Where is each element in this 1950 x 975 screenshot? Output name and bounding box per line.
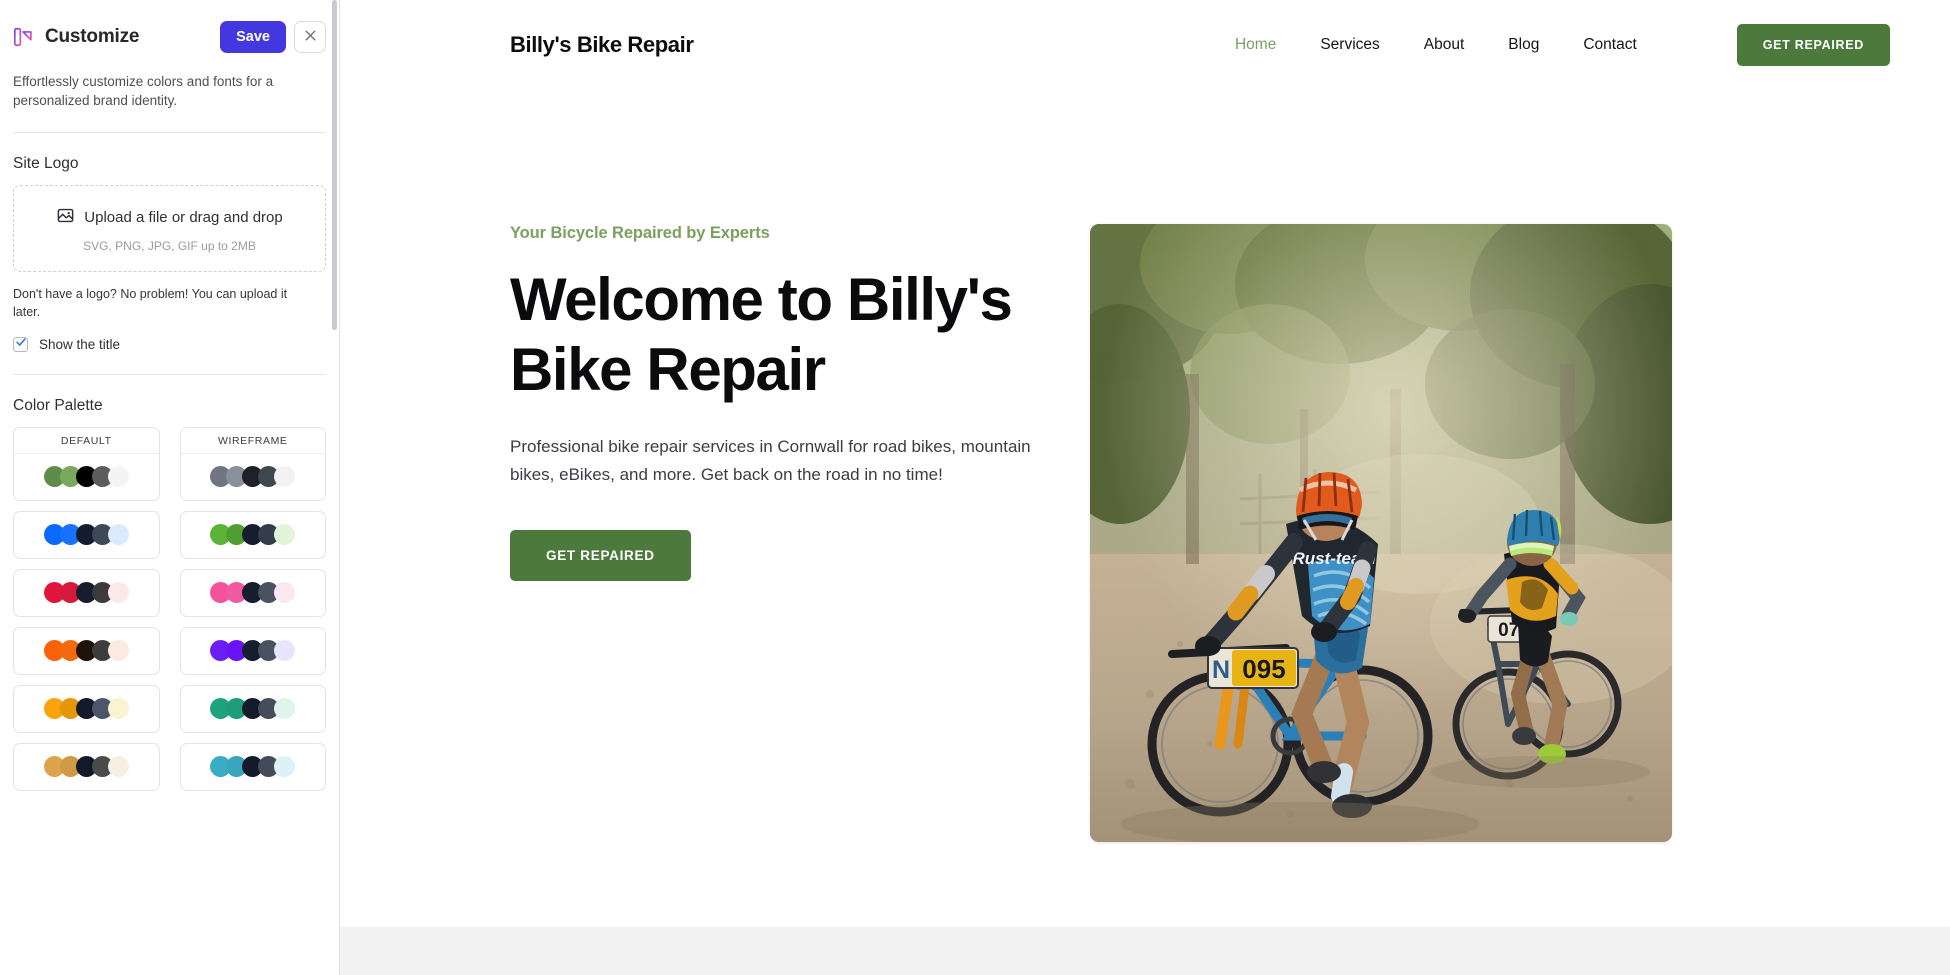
show-title-checkbox-row[interactable]: Show the title [13, 335, 326, 353]
palette-swatch [274, 640, 296, 662]
palette-swatch [107, 524, 129, 546]
show-title-label: Show the title [39, 336, 121, 352]
palette-swatch [107, 466, 129, 488]
sidebar-header: Customize Save [13, 0, 326, 60]
palette-swatches [14, 628, 159, 674]
palette-swatches [14, 686, 159, 732]
app-root: Customize Save Effortlessly customize co… [0, 0, 1950, 975]
checkmark-icon [15, 335, 27, 353]
palette-swatches [181, 570, 326, 616]
hero-eyebrow: Your Bicycle Repaired by Experts [510, 224, 770, 242]
sidebar-description: Effortlessly customize colors and fonts … [13, 74, 274, 109]
header-get-repaired-button[interactable]: GET REPAIRED [1736, 24, 1890, 66]
palette-card[interactable] [13, 626, 160, 675]
palette-card[interactable] [13, 684, 160, 733]
palette-swatches [14, 570, 159, 616]
palette-swatch [107, 640, 129, 662]
palette-card[interactable] [13, 568, 160, 617]
hero-image: 070 N 095 Rust-team [1090, 224, 1672, 842]
page-title: Customize [45, 25, 140, 47]
hero-title-line-2: Bike Repair [510, 336, 826, 404]
customize-sidebar: Customize Save Effortlessly customize co… [0, 0, 340, 975]
palette-swatch [107, 698, 129, 720]
site-nav: Home Services About Blog Contact [1235, 36, 1637, 54]
logo-upload-dropzone[interactable]: Upload a file or drag and drop SVG, PNG,… [13, 185, 326, 273]
nav-item-blog[interactable]: Blog [1508, 36, 1539, 54]
upload-hint: SVG, PNG, JPG, GIF up to 2MB [83, 239, 256, 254]
palette-swatches [181, 628, 326, 674]
hero-text-column: Your Bicycle Repaired by Experts Welcome… [340, 224, 1060, 582]
site-logo-section-label: Site Logo [13, 155, 79, 173]
palette-swatches [181, 512, 326, 558]
palette-swatch [107, 582, 129, 604]
palette-swatch [274, 698, 296, 720]
nav-item-contact[interactable]: Contact [1583, 36, 1636, 54]
palette-swatches [14, 512, 159, 558]
hero-subtitle: Professional bike repair services in Cor… [510, 437, 1031, 484]
nav-item-services[interactable]: Services [1320, 36, 1379, 54]
svg-text:095: 095 [1242, 654, 1285, 684]
site-header: Billy's Bike Repair Home Services About Blo… [340, 0, 1950, 74]
close-icon [303, 28, 318, 46]
preview-footer-band [340, 927, 1950, 975]
palette-card[interactable] [179, 684, 326, 733]
palette-swatches [181, 744, 326, 790]
svg-text:N: N [1212, 656, 1230, 684]
palette-swatch [274, 524, 296, 546]
upload-label: Upload a file or drag and drop [84, 209, 283, 227]
palette-swatches [181, 686, 326, 732]
palette-card[interactable] [179, 742, 326, 791]
show-title-checkbox[interactable] [13, 335, 28, 353]
palette-name: WIREFRAME [180, 428, 325, 454]
palette-card[interactable]: WIREFRAME [179, 426, 326, 501]
palette-swatch [274, 466, 296, 488]
site-preview: Billy's Bike Repair Home Services About Blo… [340, 0, 1950, 975]
hero-title: Welcome to Billy's Bike Repair [510, 265, 1060, 405]
palette-card[interactable] [13, 510, 160, 559]
palette-swatch [107, 756, 129, 778]
divider-top [13, 132, 326, 134]
nav-item-about[interactable]: About [1424, 36, 1465, 54]
image-upload-icon [56, 206, 75, 229]
save-button[interactable]: Save [220, 20, 286, 53]
color-palette-grid: DEFAULT WIREFRAME [13, 426, 326, 791]
sidebar-scrollbar[interactable] [332, 0, 337, 330]
palette-card[interactable] [179, 626, 326, 675]
no-logo-hint: Don't have a logo? No problem! You can u… [13, 287, 288, 320]
palette-swatches [181, 454, 326, 500]
palette-swatch [274, 582, 296, 604]
palette-card[interactable] [179, 510, 326, 559]
divider-palette [13, 373, 326, 375]
hero-get-repaired-button[interactable]: GET REPAIRED [510, 530, 691, 582]
palette-card[interactable]: DEFAULT [13, 426, 160, 501]
color-palette-section-label: Color Palette [13, 396, 103, 414]
palette-swatches [14, 454, 159, 500]
customize-brand-icon [13, 26, 35, 48]
palette-name: DEFAULT [14, 428, 159, 454]
palette-swatches [14, 744, 159, 790]
palette-swatch [274, 756, 296, 778]
palette-card[interactable] [13, 742, 160, 791]
palette-card[interactable] [179, 568, 326, 617]
hero-section: Your Bicycle Repaired by Experts Welcome… [340, 74, 1950, 842]
close-panel-button[interactable] [294, 20, 326, 53]
hero-title-line-1: Welcome to Billy's [510, 266, 1013, 333]
hero-image-column: 070 N 095 Rust-team [1090, 224, 1672, 842]
nav-item-home[interactable]: Home [1235, 36, 1276, 54]
site-brand: Billy's Bike Repair [510, 32, 694, 57]
